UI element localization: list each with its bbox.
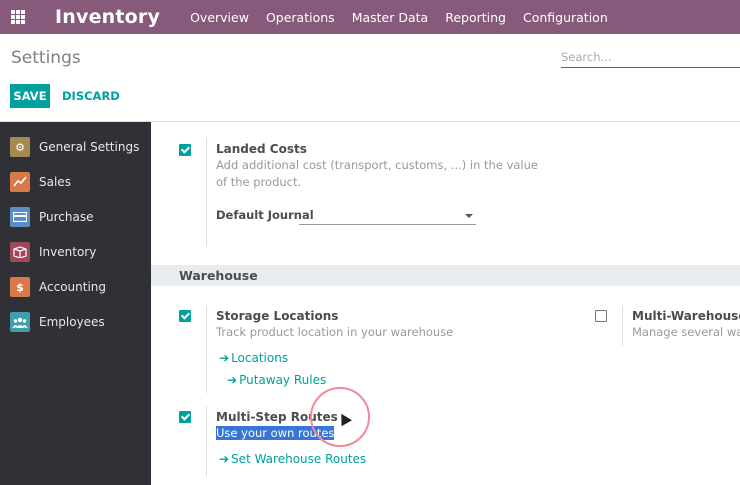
setting-divider <box>206 406 207 476</box>
nav-item-overview[interactable]: Overview <box>190 10 249 25</box>
arrow-right-icon: ➔ <box>219 351 230 365</box>
gear-icon: ⚙ <box>10 137 30 157</box>
putaway-rules-link[interactable]: ➔ Putaway Rules <box>227 373 326 387</box>
box-icon <box>10 242 30 262</box>
sidebar-item-label: Employees <box>39 315 105 329</box>
storage-locations-checkbox[interactable] <box>179 310 191 322</box>
storage-locations-description: Track product location in your warehouse <box>216 325 454 339</box>
app-brand[interactable]: Inventory <box>55 6 160 28</box>
card-icon <box>10 207 30 227</box>
sidebar-item-general-settings[interactable]: ⚙ General Settings <box>0 132 151 162</box>
locations-link[interactable]: ➔ Locations <box>219 351 288 365</box>
dollar-icon: $ <box>10 277 30 297</box>
landed-costs-title: Landed Costs <box>216 142 307 156</box>
sidebar-item-label: Purchase <box>39 210 94 224</box>
setting-divider <box>622 306 623 346</box>
settings-sidebar: ⚙ General Settings Sales Purchase Invent… <box>0 122 151 485</box>
sidebar-item-purchase[interactable]: Purchase <box>0 202 151 232</box>
sidebar-item-sales[interactable]: Sales <box>0 167 151 197</box>
landed-costs-description: Add additional cost (transport, customs,… <box>216 158 538 189</box>
multi-step-routes-checkbox[interactable] <box>179 411 191 423</box>
default-journal-select[interactable] <box>299 207 476 225</box>
arrow-right-icon: ➔ <box>219 452 230 466</box>
top-navbar: Inventory Overview Operations Master Dat… <box>0 0 740 34</box>
nav-item-reporting[interactable]: Reporting <box>445 10 506 25</box>
chart-icon <box>10 172 30 192</box>
nav-item-configuration[interactable]: Configuration <box>523 10 608 25</box>
nav-item-master-data[interactable]: Master Data <box>352 10 429 25</box>
nav-item-operations[interactable]: Operations <box>266 10 335 25</box>
setting-divider <box>206 138 207 246</box>
multi-warehouses-title: Multi-Warehouses <box>632 309 740 323</box>
sidebar-item-label: General Settings <box>39 140 140 154</box>
chevron-down-icon <box>465 214 473 218</box>
sidebar-item-accounting[interactable]: $ Accounting <box>0 272 151 302</box>
arrow-right-icon: ➔ <box>227 373 238 387</box>
set-warehouse-routes-link[interactable]: ➔ Set Warehouse Routes <box>219 452 366 466</box>
sidebar-item-label: Accounting <box>39 280 107 294</box>
sidebar-item-inventory[interactable]: Inventory <box>0 237 151 267</box>
multi-warehouses-checkbox[interactable] <box>595 310 607 322</box>
search-input[interactable] <box>561 46 740 68</box>
save-button[interactable]: SAVE <box>10 84 50 108</box>
apps-menu-icon[interactable] <box>0 0 36 34</box>
section-title: Warehouse <box>179 268 258 283</box>
storage-locations-title: Storage Locations <box>216 309 339 323</box>
setting-divider <box>206 306 207 393</box>
people-icon <box>10 312 30 332</box>
landed-costs-checkbox[interactable] <box>179 144 191 156</box>
warehouse-section-header: Warehouse <box>151 265 740 286</box>
sidebar-item-employees[interactable]: Employees <box>0 307 151 337</box>
sidebar-item-label: Sales <box>39 175 71 189</box>
sidebar-item-label: Inventory <box>39 245 97 259</box>
discard-button[interactable]: DISCARD <box>62 84 120 108</box>
nav-menu: Overview Operations Master Data Reportin… <box>190 10 625 25</box>
page-title: Settings <box>11 48 81 68</box>
settings-content: Landed Costs Add additional cost (transp… <box>151 122 740 485</box>
multi-warehouses-description: Manage several warehouses <box>632 325 740 339</box>
